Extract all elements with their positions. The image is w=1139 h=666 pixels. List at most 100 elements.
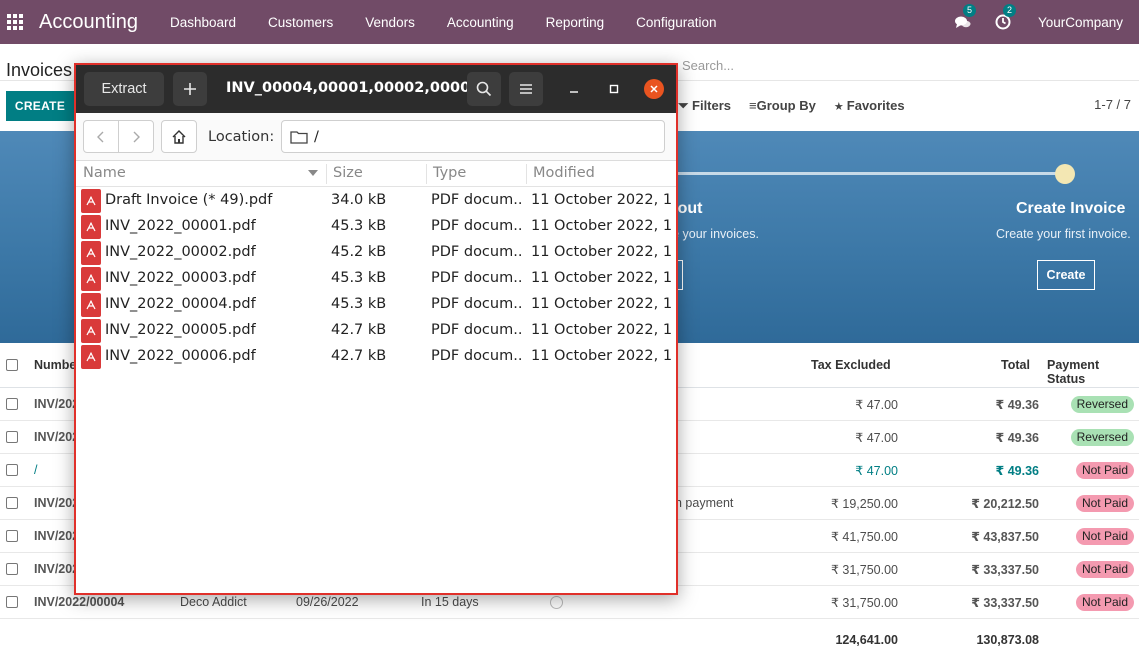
menu-configuration[interactable]: Configuration bbox=[620, 15, 732, 30]
status-badge: Not Paid bbox=[1075, 561, 1134, 578]
group-by-button[interactable]: ≡Group By bbox=[749, 98, 816, 114]
row-checkbox[interactable] bbox=[6, 596, 18, 608]
tax-excluded-value: ₹ 19,250.00 bbox=[830, 497, 898, 511]
extract-button[interactable]: Extract bbox=[84, 72, 164, 106]
activity-clock-icon[interactable] bbox=[550, 596, 563, 609]
hamburger-menu-button[interactable] bbox=[509, 72, 543, 106]
pdf-file-icon bbox=[81, 215, 101, 239]
forward-button[interactable] bbox=[118, 120, 154, 153]
total-value: ₹ 49.36 bbox=[995, 398, 1039, 412]
company-switcher[interactable]: YourCompany bbox=[1038, 15, 1123, 30]
menu-vendors[interactable]: Vendors bbox=[349, 15, 431, 30]
file-type: PDF docum... bbox=[431, 348, 523, 364]
location-label: Location: bbox=[208, 129, 275, 145]
back-button[interactable] bbox=[83, 120, 119, 153]
menu-icon bbox=[520, 84, 532, 94]
column-total[interactable]: Total bbox=[1001, 358, 1030, 372]
column-tax-excluded[interactable]: Tax Excluded bbox=[811, 358, 891, 372]
file-name: INV_2022_00002.pdf bbox=[105, 244, 256, 260]
status-badge: Reversed bbox=[1070, 429, 1134, 446]
favorites-button[interactable]: ★ Favorites bbox=[834, 98, 905, 114]
file-row[interactable]: INV_2022_00005.pdf 42.7 kB PDF docum... … bbox=[76, 318, 676, 344]
total-value: ₹ 49.36 bbox=[995, 464, 1039, 478]
tax-excluded-value: ₹ 47.00 bbox=[855, 431, 898, 445]
search-options: ⏷ Filters ≡Group By ★ Favorites bbox=[678, 98, 923, 114]
location-field[interactable]: / bbox=[281, 120, 665, 153]
select-all-checkbox[interactable] bbox=[6, 359, 18, 371]
status-badge: Reversed bbox=[1070, 396, 1134, 413]
column-separator bbox=[426, 164, 427, 184]
onboarding-step-title: Create Invoice bbox=[1016, 200, 1126, 217]
file-row[interactable]: INV_2022_00004.pdf 45.3 kB PDF docum... … bbox=[76, 292, 676, 318]
file-size: 42.7 kB bbox=[331, 322, 387, 338]
file-name: INV_2022_00003.pdf bbox=[105, 270, 256, 286]
maximize-icon bbox=[609, 84, 619, 94]
search-icon bbox=[476, 81, 492, 97]
grand-total: 130,873.08 bbox=[976, 633, 1039, 647]
column-modified[interactable]: Modified bbox=[533, 165, 595, 181]
onboarding-step-text: Create your first invoice. bbox=[996, 227, 1131, 241]
messages-systray[interactable]: 5 bbox=[954, 4, 976, 31]
row-checkbox[interactable] bbox=[6, 530, 18, 542]
systray: 5 2 YourCompany bbox=[954, 0, 1139, 44]
tax-excluded-value: ₹ 31,750.00 bbox=[830, 596, 898, 610]
tax-excluded-value: ₹ 47.00 bbox=[855, 398, 898, 412]
chevron-right-icon bbox=[133, 131, 140, 142]
column-type[interactable]: Type bbox=[433, 165, 466, 181]
status-badge: Not Paid bbox=[1075, 594, 1134, 611]
file-row[interactable]: INV_2022_00006.pdf 42.7 kB PDF docum... … bbox=[76, 344, 676, 370]
column-size[interactable]: Size bbox=[333, 165, 363, 181]
create-button[interactable]: CREATE bbox=[6, 91, 74, 121]
maximize-button[interactable] bbox=[606, 81, 622, 97]
filter-icon: ⏷ bbox=[678, 98, 693, 113]
file-name: Draft Invoice (* 49).pdf bbox=[105, 192, 273, 208]
activities-badge: 2 bbox=[1002, 4, 1016, 17]
row-checkbox[interactable] bbox=[6, 497, 18, 509]
customer-name: Deco Addict bbox=[180, 595, 247, 609]
file-row[interactable]: INV_2022_00002.pdf 45.2 kB PDF docum... … bbox=[76, 240, 676, 266]
file-modified: 11 October 2022, 1... bbox=[531, 296, 673, 312]
chevron-left-icon bbox=[97, 131, 104, 142]
file-size: 45.3 kB bbox=[331, 218, 387, 234]
row-checkbox[interactable] bbox=[6, 563, 18, 575]
menu-customers[interactable]: Customers bbox=[252, 15, 349, 30]
row-checkbox[interactable] bbox=[6, 464, 18, 476]
menu-reporting[interactable]: Reporting bbox=[530, 15, 621, 30]
apps-menu-icon[interactable] bbox=[7, 14, 23, 30]
column-payment-status[interactable]: Payment Status bbox=[1047, 358, 1139, 386]
invoice-number: / bbox=[34, 463, 38, 477]
total-value: ₹ 20,212.50 bbox=[971, 497, 1039, 511]
search-input[interactable]: Search... bbox=[682, 58, 734, 73]
minimize-icon bbox=[570, 91, 578, 93]
file-modified: 11 October 2022, 1... bbox=[531, 270, 673, 286]
menu-dashboard[interactable]: Dashboard bbox=[154, 15, 252, 30]
home-button[interactable] bbox=[161, 120, 197, 153]
search-button[interactable] bbox=[467, 72, 501, 106]
minimize-button[interactable] bbox=[566, 81, 582, 97]
file-name: INV_2022_00001.pdf bbox=[105, 218, 256, 234]
column-name[interactable]: Name bbox=[83, 165, 126, 181]
activities-systray[interactable]: 2 bbox=[994, 4, 1016, 31]
file-row[interactable]: INV_2022_00003.pdf 45.3 kB PDF docum... … bbox=[76, 266, 676, 292]
onboarding-progress-line bbox=[670, 172, 1060, 175]
row-checkbox[interactable] bbox=[6, 431, 18, 443]
menu-accounting[interactable]: Accounting bbox=[431, 15, 530, 30]
add-files-button[interactable] bbox=[173, 72, 207, 106]
file-modified: 11 October 2022, 1... bbox=[531, 218, 673, 234]
sort-down-icon bbox=[308, 170, 318, 176]
file-type: PDF docum... bbox=[431, 192, 523, 208]
file-name: INV_2022_00006.pdf bbox=[105, 348, 256, 364]
star-icon: ★ bbox=[833, 101, 847, 113]
row-checkbox[interactable] bbox=[6, 398, 18, 410]
onboarding-create-button[interactable]: Create bbox=[1037, 260, 1095, 290]
list-icon: ≡ bbox=[749, 98, 757, 113]
file-size: 45.3 kB bbox=[331, 296, 387, 312]
file-row[interactable]: INV_2022_00001.pdf 45.3 kB PDF docum... … bbox=[76, 214, 676, 240]
file-row[interactable]: Draft Invoice (* 49).pdf 34.0 kB PDF doc… bbox=[76, 188, 676, 214]
filters-button[interactable]: ⏷ Filters bbox=[678, 98, 731, 114]
close-button[interactable] bbox=[644, 79, 664, 99]
total-value: ₹ 49.36 bbox=[995, 431, 1039, 445]
file-type: PDF docum... bbox=[431, 322, 523, 338]
app-brand[interactable]: Accounting bbox=[39, 11, 138, 34]
pager-value[interactable]: 1-7 / 7 bbox=[1094, 97, 1131, 112]
